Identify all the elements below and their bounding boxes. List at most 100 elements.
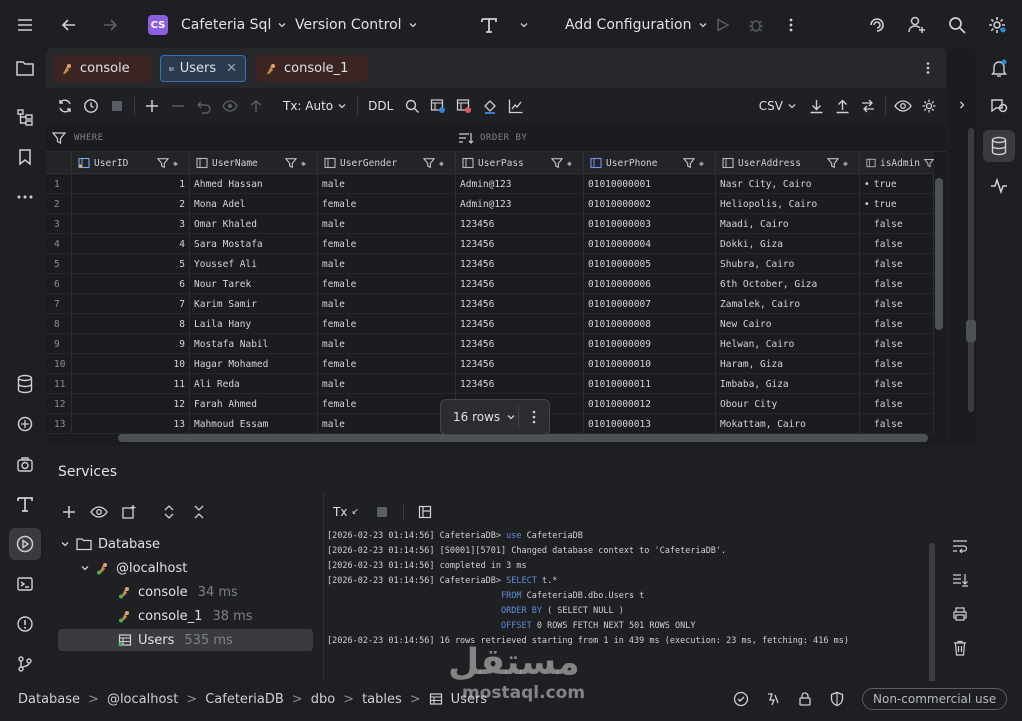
- search-icon[interactable]: [941, 9, 973, 41]
- revert-icon[interactable]: [191, 93, 217, 119]
- table-cell[interactable]: Mokattam, Cairo: [716, 414, 860, 434]
- table-cell[interactable]: 01010000012: [584, 394, 716, 414]
- table-cell[interactable]: 10: [72, 354, 190, 374]
- table-cell[interactable]: false: [860, 334, 934, 354]
- activity-icon[interactable]: [983, 170, 1015, 202]
- sort-arrows-icon[interactable]: ◆: [843, 159, 859, 168]
- table-row[interactable]: 10 10 Hagar Mohamed female 123456 01010000010…: [46, 354, 934, 374]
- table-cell[interactable]: 3: [72, 214, 190, 234]
- table-cell[interactable]: Heliopolis, Cairo: [716, 194, 860, 214]
- table-cell[interactable]: Karim Samir: [190, 294, 318, 314]
- table-cell[interactable]: 01010000013: [584, 414, 716, 434]
- table-cell[interactable]: Mahmoud Essam: [190, 414, 318, 434]
- sort-arrows-icon[interactable]: ◆: [301, 159, 317, 168]
- compare-icon[interactable]: [425, 93, 451, 119]
- vcs-menu[interactable]: Version Control: [287, 17, 426, 33]
- table-cell[interactable]: 01010000007: [584, 294, 716, 314]
- dbe-tool-icon[interactable]: [9, 488, 41, 520]
- table-cell[interactable]: female: [318, 314, 456, 334]
- table-cell[interactable]: false: [860, 234, 934, 254]
- table-cell[interactable]: female: [318, 194, 456, 214]
- table-cell[interactable]: Helwan, Cairo: [716, 334, 860, 354]
- ddl-button[interactable]: DDL: [362, 99, 399, 113]
- table-cell[interactable]: 4: [72, 234, 190, 254]
- table-cell[interactable]: Mostafa Nabil: [190, 334, 318, 354]
- table-row[interactable]: 7 7 Karim Samir male 123456 01010000007 Zamale…: [46, 294, 934, 314]
- table-cell[interactable]: Dokki, Giza: [716, 234, 860, 254]
- grid-horizontal-scrollbar[interactable]: [118, 434, 928, 442]
- history-clock-icon[interactable]: [78, 93, 104, 119]
- table-cell[interactable]: Farah Ahmed: [190, 394, 318, 414]
- where-input[interactable]: WHERE: [74, 133, 104, 143]
- table-view-icon[interactable]: [451, 93, 477, 119]
- table-cell[interactable]: Ali Reda: [190, 374, 318, 394]
- grid-settings-icon[interactable]: [916, 93, 942, 119]
- ai-status-icon[interactable]: [765, 691, 781, 707]
- table-cell[interactable]: 2: [72, 194, 190, 214]
- table-row[interactable]: 6 6 Nour Tarek female 123456 01010000006 6th O…: [46, 274, 934, 294]
- table-cell[interactable]: false: [860, 354, 934, 374]
- table-cell[interactable]: 1: [72, 174, 190, 194]
- table-cell[interactable]: Admin@123: [456, 194, 584, 214]
- lock-icon[interactable]: [797, 691, 813, 707]
- table-cell[interactable]: • true: [860, 174, 934, 194]
- new-tab-icon[interactable]: [116, 499, 142, 525]
- view-eye-icon[interactable]: [890, 93, 916, 119]
- table-cell[interactable]: 01010000005: [584, 254, 716, 274]
- table-cell[interactable]: 123456: [456, 274, 584, 294]
- column-header-isadmin[interactable]: isAdmin: [860, 152, 934, 174]
- table-cell[interactable]: male: [318, 414, 456, 434]
- project-selector[interactable]: CS Cafeteria Sql: [140, 15, 295, 35]
- collapse-all-icon[interactable]: [186, 499, 212, 525]
- sort-icon[interactable]: [458, 131, 474, 145]
- tree-item-users[interactable]: Users 535 ms: [58, 629, 313, 651]
- grid-vertical-scrollbar[interactable]: [935, 178, 943, 330]
- table-cell[interactable]: Ahmed Hassan: [190, 174, 318, 194]
- table-cell[interactable]: Imbaba, Giza: [716, 374, 860, 394]
- more-vertical-icon[interactable]: [775, 9, 807, 41]
- dbe-logo-icon[interactable]: [473, 9, 505, 41]
- table-cell[interactable]: 01010000011: [584, 374, 716, 394]
- table-cell[interactable]: 123456: [456, 334, 584, 354]
- table-row[interactable]: 11 11 Ali Reda male 123456 01010000011 Imbaba,…: [46, 374, 934, 394]
- bookmark-icon[interactable]: [9, 141, 41, 173]
- table-cell[interactable]: male: [318, 214, 456, 234]
- stop-icon[interactable]: [369, 499, 395, 525]
- table-cell[interactable]: male: [318, 174, 456, 194]
- settings-gear-icon[interactable]: [981, 9, 1013, 41]
- table-row[interactable]: 3 3 Omar Khaled male 123456 01010000003 Maadi,…: [46, 214, 934, 234]
- table-row[interactable]: 5 5 Youssef Ali male 123456 01010000005 Shubra…: [46, 254, 934, 274]
- console-scrollbar[interactable]: [929, 543, 935, 681]
- table-cell[interactable]: false: [860, 254, 934, 274]
- table-cell[interactable]: 123456: [456, 214, 584, 234]
- column-header-userphone[interactable]: UserPhone ◆: [584, 152, 716, 174]
- tree-item-localhost[interactable]: @localhost: [80, 557, 187, 579]
- table-cell[interactable]: female: [318, 234, 456, 254]
- ai-assistant-icon[interactable]: [861, 9, 893, 41]
- table-cell[interactable]: 01010000002: [584, 194, 716, 214]
- column-header-userpass[interactable]: UserPass ◆: [456, 152, 584, 174]
- chevron-right-icon[interactable]: [949, 92, 975, 118]
- table-cell[interactable]: Hagar Mohamed: [190, 354, 318, 374]
- table-cell[interactable]: female: [318, 394, 456, 414]
- clear-trash-icon[interactable]: [947, 635, 973, 661]
- sort-arrows-icon[interactable]: ◆: [439, 159, 455, 168]
- table-cell[interactable]: male: [318, 374, 456, 394]
- breadcrumb-item[interactable]: Database: [18, 692, 80, 707]
- table-cell[interactable]: Admin@123: [456, 174, 584, 194]
- row-count-control[interactable]: 16 rows: [440, 399, 550, 435]
- breadcrumb-item[interactable]: CafeteriaDB: [205, 692, 284, 707]
- table-cell[interactable]: false: [860, 374, 934, 394]
- table-cell[interactable]: • true: [860, 194, 934, 214]
- table-cell[interactable]: false: [860, 274, 934, 294]
- git-icon[interactable]: [9, 648, 41, 680]
- transpose-icon[interactable]: [855, 93, 881, 119]
- table-cell[interactable]: Maadi, Cairo: [716, 214, 860, 234]
- print-icon[interactable]: [947, 601, 973, 627]
- expand-all-icon[interactable]: [156, 499, 182, 525]
- tab-console[interactable]: console: [52, 55, 152, 82]
- row-count-dropdown[interactable]: 16 rows: [441, 406, 519, 428]
- table-row[interactable]: 4 4 Sara Mostafa female 123456 01010000004 Dok…: [46, 234, 934, 254]
- submit-icon[interactable]: [243, 93, 269, 119]
- run-icon[interactable]: [706, 9, 738, 41]
